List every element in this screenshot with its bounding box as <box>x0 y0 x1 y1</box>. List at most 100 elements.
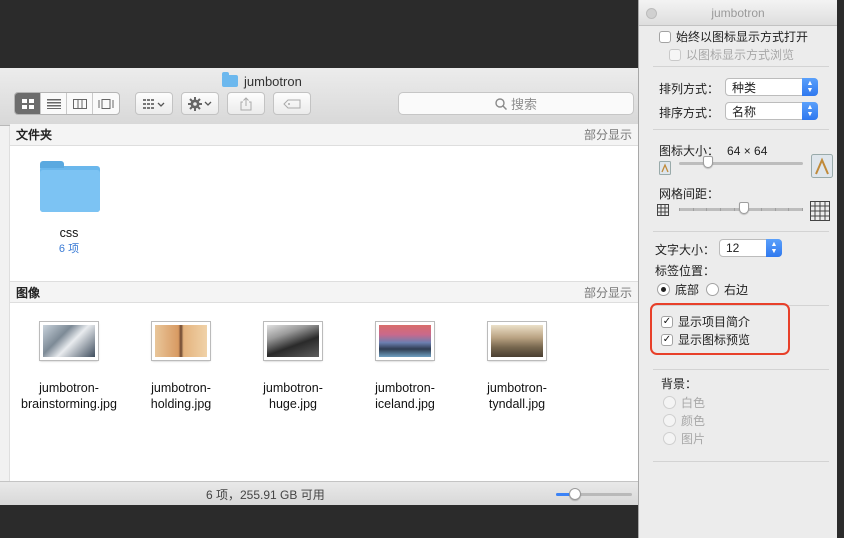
images-section-header: 图像 部分显示 <box>10 281 638 303</box>
divider <box>653 129 829 130</box>
view-mode-switcher <box>14 92 120 115</box>
text-size-label: 文字大小： <box>655 241 715 258</box>
grid-icon <box>21 98 34 109</box>
coverflow-view-button[interactable] <box>93 93 119 114</box>
chevron-updown-icon: ▲ ▼ <box>802 102 818 120</box>
always-open-icon-view-label: 始终以图标显示方式打开 <box>676 30 809 44</box>
bg-white-text: 白色 <box>681 396 706 410</box>
background-label: 背景： <box>661 375 697 392</box>
bg-picture-radio[interactable] <box>663 432 676 445</box>
share-button[interactable] <box>227 92 265 115</box>
folders-section-title: 文件夹 <box>16 128 53 142</box>
label-bottom-option[interactable]: 底部 <box>657 281 699 298</box>
image-name-line1: jumbotron- <box>151 381 211 395</box>
folder-label: css 6 项 <box>13 225 125 257</box>
always-open-icon-view-option[interactable]: 始终以图标显示方式打开 <box>659 28 808 45</box>
panel-title: jumbotron <box>711 6 765 20</box>
icon-size-slider-knob[interactable] <box>569 488 581 500</box>
icon-size-slider[interactable] <box>556 488 632 500</box>
image-thumbnail <box>488 322 546 360</box>
browse-icon-view-option[interactable]: 以图标显示方式浏览 <box>669 46 794 63</box>
bg-white-radio[interactable] <box>663 396 676 409</box>
finder-window: jumbotron 搜索 文件夹 部分显示 css 6 项 图像 部分显示 ju… <box>0 68 638 505</box>
left-gutter <box>0 126 10 481</box>
grid-spacing-label-text: 网格间距： <box>659 187 720 201</box>
image-name-line2: holding.jpg <box>150 397 212 411</box>
image-name-line1: jumbotron- <box>39 381 99 395</box>
finder-titlebar: jumbotron 搜索 <box>0 68 638 126</box>
action-button[interactable] <box>181 92 219 115</box>
always-open-icon-view-checkbox[interactable] <box>659 30 671 43</box>
sort-by-dropdown[interactable]: 名称 ▲ ▼ <box>725 102 818 120</box>
arrange-by-value: 种类 <box>732 80 757 95</box>
bg-white-option[interactable]: 白色 <box>663 394 705 411</box>
image-name-line2: tyndall.jpg <box>488 397 546 411</box>
gear-icon <box>188 96 212 111</box>
tag-button[interactable] <box>273 92 311 115</box>
status-bar: 6 项，255.91 GB 可用 <box>0 481 638 505</box>
grid-spacing-label: 网格间距： <box>659 185 719 202</box>
chevron-updown-icon: ▲ ▼ <box>802 78 818 96</box>
icon-view-button[interactable] <box>15 93 41 114</box>
image-thumbnail <box>152 322 210 360</box>
text-size-dropdown[interactable]: 12 ▲ ▼ <box>719 239 782 257</box>
bg-color-option[interactable]: 颜色 <box>663 412 705 429</box>
sort-by-label: 排序方式： <box>659 104 719 121</box>
arrange-grid-icon <box>143 98 165 109</box>
label-bottom-text: 底部 <box>675 283 700 297</box>
bg-picture-option[interactable]: 图片 <box>663 430 705 447</box>
label-right-text: 右边 <box>724 283 749 297</box>
folders-show-less-link[interactable]: 部分显示 <box>584 126 632 143</box>
column-view-button[interactable] <box>67 93 93 114</box>
label-right-option[interactable]: 右边 <box>706 281 748 298</box>
images-show-less-link[interactable]: 部分显示 <box>584 284 632 301</box>
label-right-radio[interactable] <box>706 283 719 296</box>
search-field[interactable]: 搜索 <box>398 92 634 115</box>
folders-section-header: 文件夹 部分显示 <box>10 124 638 146</box>
desktop-strip <box>837 0 844 538</box>
folder-count: 6 项 <box>58 243 80 255</box>
image-label: jumbotron- brainstorming.jpg <box>13 380 125 412</box>
background-label-text: 背景： <box>661 377 698 391</box>
image-name-line1: jumbotron- <box>487 381 547 395</box>
icon-size-row: 图标大小： 64 × 64 <box>659 142 767 159</box>
browse-icon-view-checkbox[interactable] <box>669 48 681 61</box>
share-icon <box>240 96 252 110</box>
bg-color-radio[interactable] <box>663 414 676 427</box>
image-name-line1: jumbotron- <box>375 381 435 395</box>
label-bottom-radio[interactable] <box>657 283 670 296</box>
icon-size-panel-slider-knob[interactable] <box>703 156 713 168</box>
list-view-button[interactable] <box>41 93 67 114</box>
text-size-label-text: 文字大小： <box>655 243 716 257</box>
chevron-updown-icon: ▲ ▼ <box>766 239 782 257</box>
image-name-line1: jumbotron- <box>263 381 323 395</box>
window-title-label: jumbotron <box>244 73 302 89</box>
image-name-line2: iceland.jpg <box>375 397 435 411</box>
divider <box>653 66 829 67</box>
image-name-line2: brainstorming.jpg <box>21 397 117 411</box>
small-icon-size-icon <box>659 161 671 175</box>
images-section-title: 图像 <box>16 285 41 300</box>
arrange-button[interactable] <box>135 92 173 115</box>
large-icon-size-icon <box>811 154 833 178</box>
list-icon <box>46 98 61 109</box>
icon-size-value: 64 × 64 <box>727 143 768 158</box>
image-label: jumbotron- huge.jpg <box>237 380 349 412</box>
bg-color-text: 颜色 <box>681 414 706 428</box>
status-text: 6 项，255.91 GB 可用 <box>206 488 325 502</box>
icon-size-panel-slider[interactable] <box>679 162 803 165</box>
image-label: jumbotron- iceland.jpg <box>349 380 461 412</box>
text-size-value: 12 <box>726 241 740 255</box>
grid-spacing-slider-knob[interactable] <box>739 202 749 214</box>
large-grid-icon <box>810 201 830 221</box>
annotation-highlight <box>650 303 790 355</box>
columns-icon <box>72 98 87 109</box>
image-thumbnail <box>264 322 322 360</box>
divider <box>653 231 829 232</box>
folder-icon <box>40 161 100 212</box>
arrange-by-dropdown[interactable]: 种类 ▲ ▼ <box>725 78 818 96</box>
divider <box>653 461 829 462</box>
image-label: jumbotron- holding.jpg <box>125 380 237 412</box>
image-label: jumbotron- tyndall.jpg <box>461 380 573 412</box>
search-placeholder: 搜索 <box>510 97 537 112</box>
